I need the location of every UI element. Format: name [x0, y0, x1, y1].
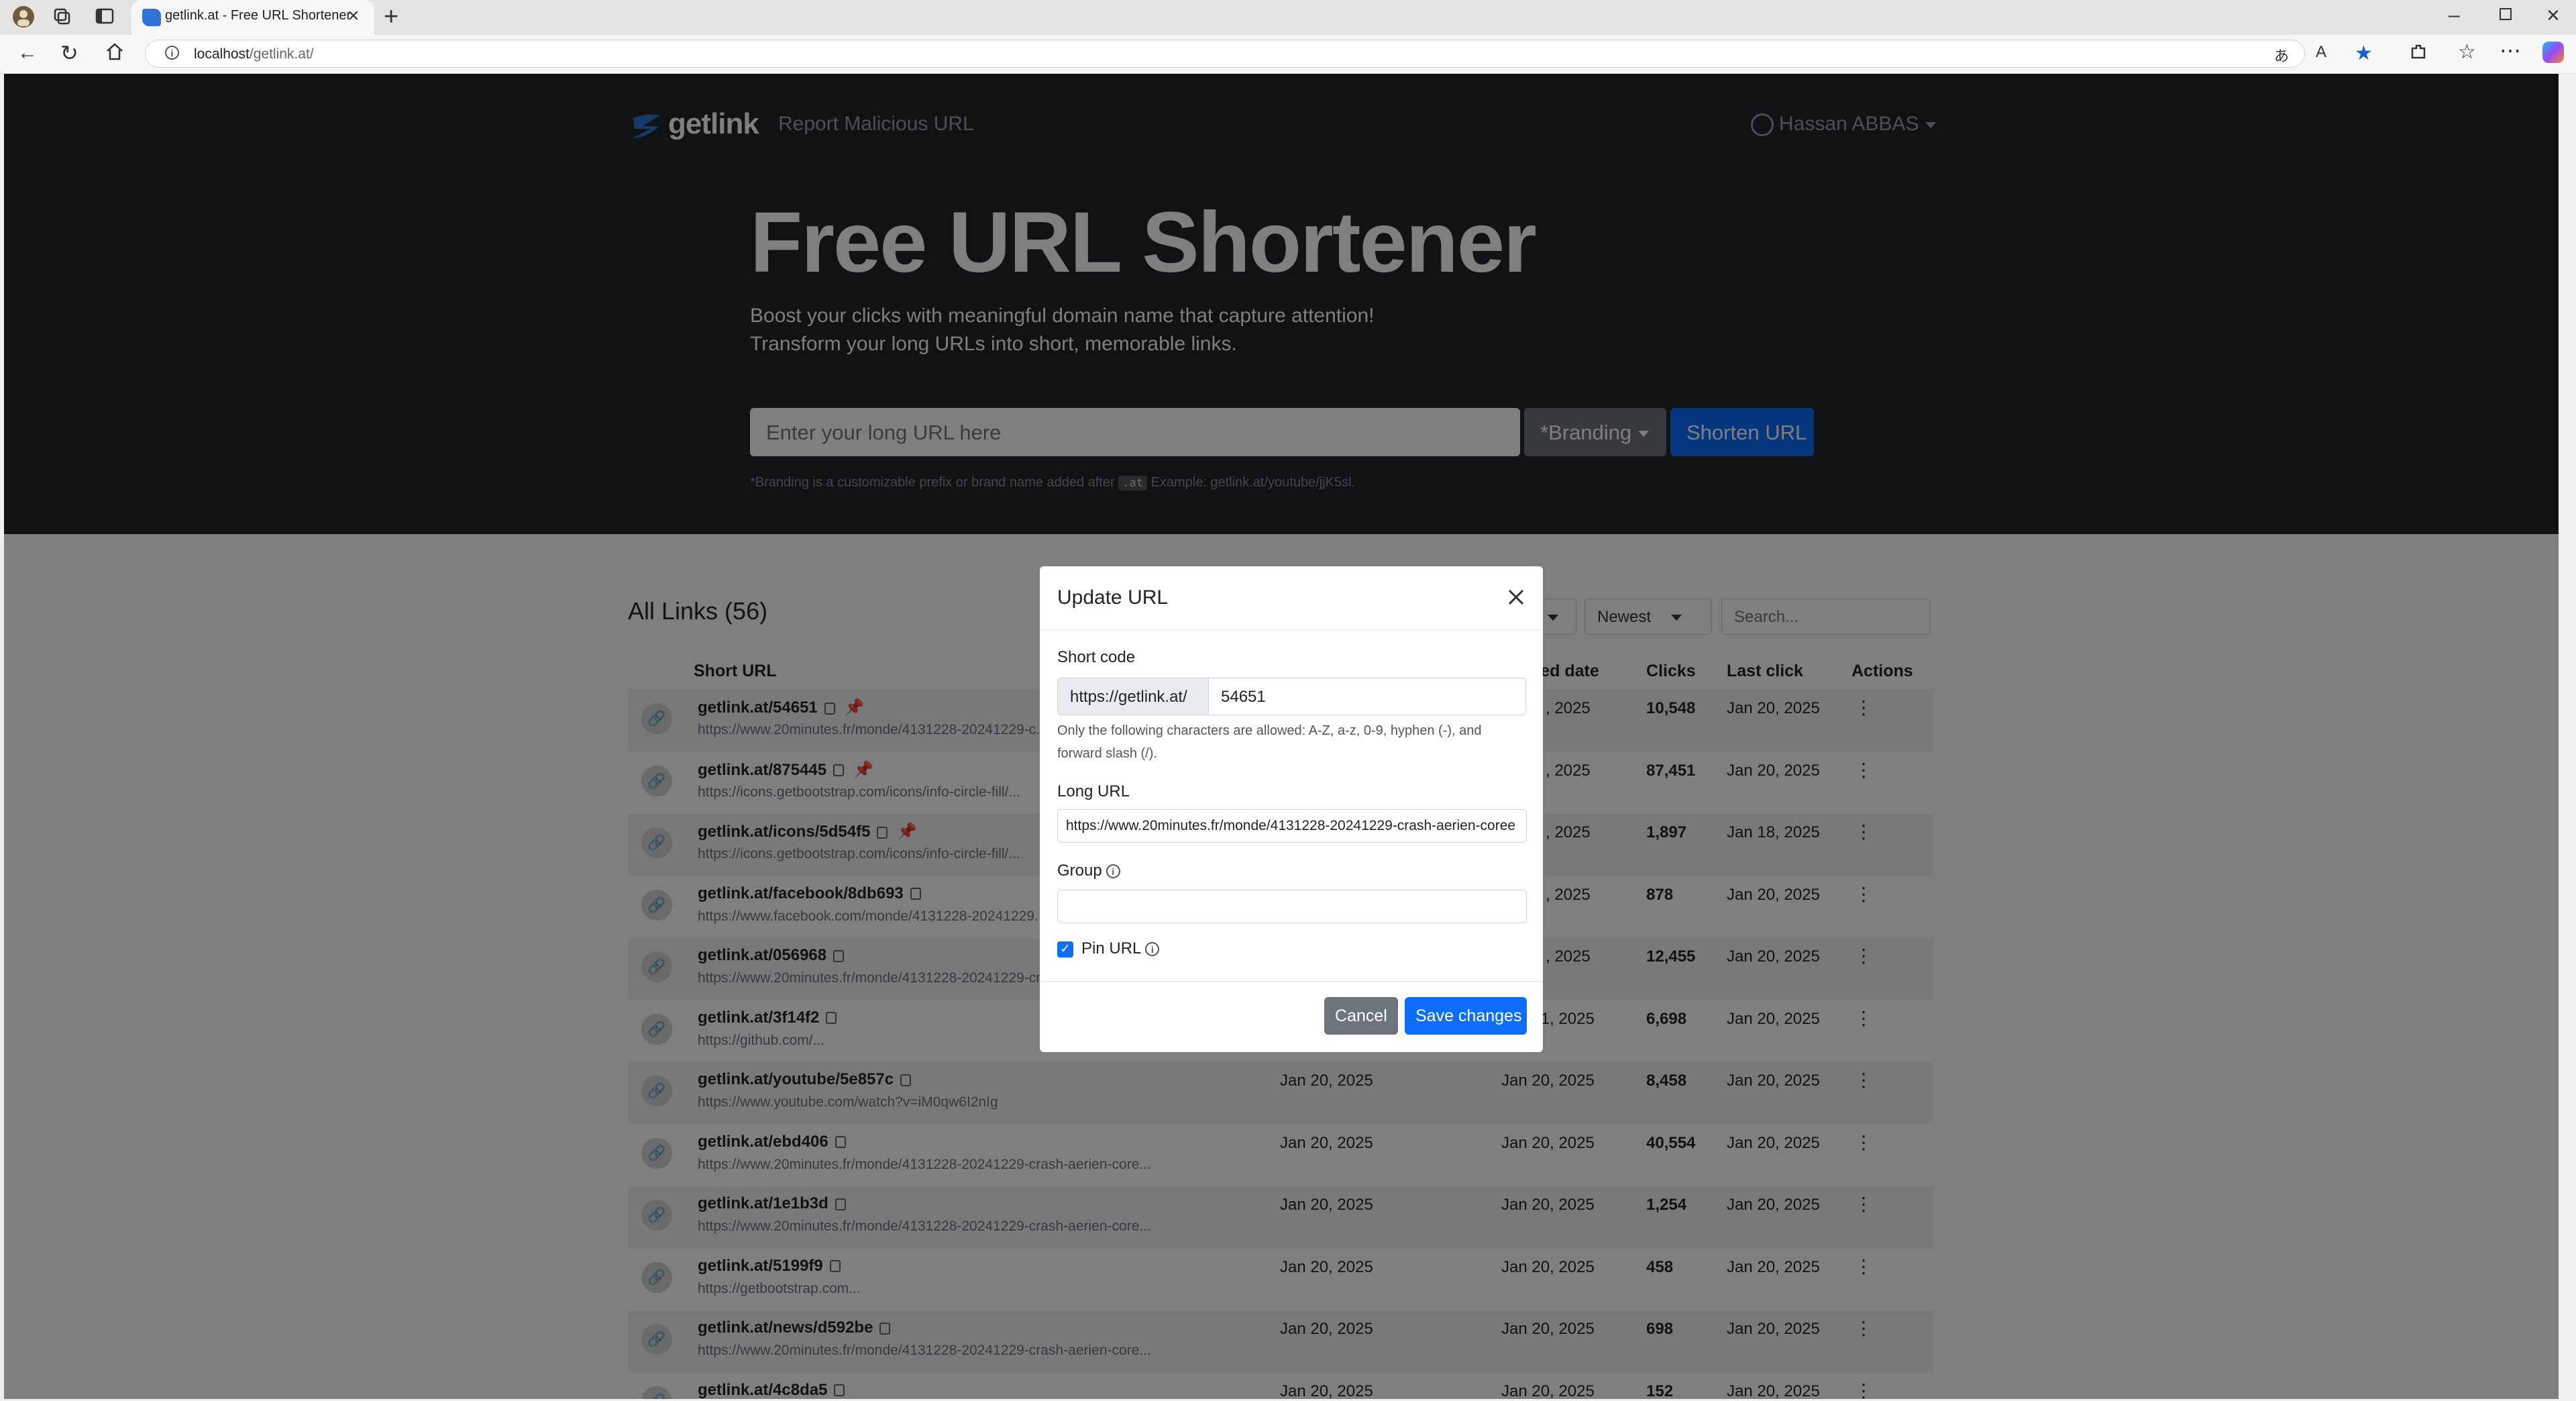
- vertical-tabs-icon[interactable]: [94, 5, 115, 32]
- short-code-help: Only the following characters are allowe…: [1057, 723, 1482, 761]
- refresh-icon[interactable]: ↻: [60, 40, 78, 66]
- profile-avatar-icon[interactable]: [12, 5, 35, 34]
- info-icon[interactable]: i: [1145, 942, 1160, 957]
- pin-url-label[interactable]: Pin URL i: [1081, 939, 1160, 958]
- close-icon[interactable]: [1503, 584, 1529, 611]
- window-minimize-icon[interactable]: –: [2449, 4, 2460, 27]
- short-code-input[interactable]: 54651: [1208, 678, 1526, 715]
- favorite-star-icon[interactable]: ★: [2355, 42, 2373, 65]
- browser-tab-active[interactable]: getlink.at - Free URL Shortener ×: [131, 0, 374, 35]
- tab-favicon-icon: [142, 9, 161, 26]
- back-icon[interactable]: ←: [17, 42, 38, 64]
- address-bar[interactable]: [145, 40, 2305, 68]
- tab-close-icon[interactable]: ×: [347, 5, 360, 28]
- window-restore-icon[interactable]: [2500, 8, 2512, 20]
- workspaces-icon[interactable]: [51, 5, 72, 32]
- long-url-field[interactable]: https://www.20minutes.fr/monde/4131228-2…: [1057, 809, 1527, 843]
- extensions-icon[interactable]: [2408, 42, 2428, 65]
- modal-header-divider: [1040, 629, 1543, 630]
- favorites-icon[interactable]: ☆: [2458, 40, 2476, 64]
- pin-url-checkbox[interactable]: ✓: [1057, 941, 1073, 957]
- translate-icon[interactable]: あ: [2274, 44, 2289, 66]
- address-text[interactable]: localhost/getlink.at/: [194, 46, 314, 62]
- info-icon[interactable]: i: [1106, 864, 1120, 879]
- cancel-button[interactable]: Cancel: [1324, 997, 1398, 1035]
- pin-url-label-text: Pin URL: [1081, 939, 1142, 957]
- short-code-label: Short code: [1057, 648, 1136, 666]
- group-label: Group i: [1057, 862, 1120, 880]
- url-host: localhost: [194, 46, 250, 62]
- window-close-icon[interactable]: ×: [2546, 3, 2560, 29]
- save-changes-button[interactable]: Save changes: [1405, 997, 1527, 1035]
- tab-title: getlink.at - Free URL Shortener: [165, 8, 352, 23]
- group-field[interactable]: [1057, 890, 1527, 923]
- new-tab-icon[interactable]: +: [384, 3, 398, 32]
- url-path: /getlink.at/: [249, 46, 314, 62]
- read-aloud-icon[interactable]: A: [2316, 43, 2326, 62]
- more-menu-icon[interactable]: ⋯: [2500, 38, 2521, 63]
- update-url-modal: Update URL Short code https://getlink.at…: [1040, 566, 1543, 1052]
- site-info-icon[interactable]: i: [165, 46, 179, 60]
- modal-title: Update URL: [1057, 586, 1169, 609]
- home-icon[interactable]: [105, 42, 125, 65]
- copilot-icon[interactable]: [2542, 42, 2564, 63]
- short-code-prefix: https://getlink.at/: [1057, 678, 1209, 715]
- page-viewport: getlink Report Malicious URL Hassan ABBA…: [4, 74, 2559, 1399]
- group-label-text: Group: [1057, 862, 1102, 880]
- modal-footer-divider: [1040, 981, 1543, 982]
- long-url-label: Long URL: [1057, 782, 1130, 800]
